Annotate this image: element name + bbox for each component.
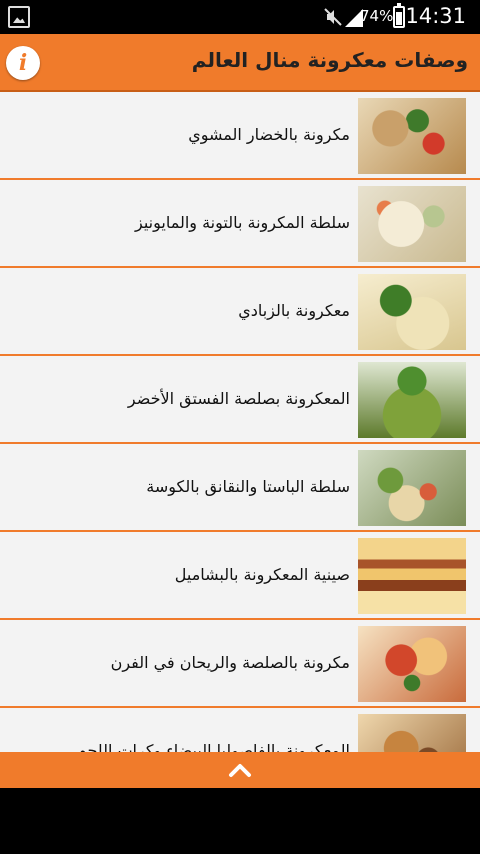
recipe-item[interactable]: المعكرونة بالفاصوليا البيضاء وكرات اللحم — [0, 708, 480, 752]
recipe-item[interactable]: معكرونة بالزبادي — [0, 268, 480, 356]
recipe-item[interactable]: صينية المعكرونة بالبشاميل — [0, 532, 480, 620]
battery-icon — [393, 3, 405, 28]
recipe-title: سلطة المكرونة بالتونة والمايونيز — [135, 213, 350, 232]
bottom-bar[interactable] — [0, 752, 480, 788]
recipe-title: سلطة الباستا والنقانق بالكوسة — [146, 477, 350, 496]
recipe-item[interactable]: مكرونة بالصلصة والريحان في الفرن — [0, 620, 480, 708]
navigation-area — [0, 788, 480, 854]
recipe-item[interactable]: سلطة الباستا والنقانق بالكوسة — [0, 444, 480, 532]
mute-icon — [324, 8, 342, 26]
clock: 14:31 — [405, 4, 466, 28]
recipe-title: المعكرونة بصلصة الفستق الأخضر — [127, 389, 350, 408]
recipe-thumbnail — [358, 450, 466, 526]
recipe-title: مكرونة بالخضار المشوي — [188, 125, 350, 144]
recipe-thumbnail — [358, 186, 466, 262]
recipe-title: صينية المعكرونة بالبشاميل — [174, 565, 350, 584]
app-bar: i وصفات معكرونة منال العالم — [0, 34, 480, 92]
recipe-item[interactable]: المعكرونة بصلصة الفستق الأخضر — [0, 356, 480, 444]
recipe-title: مكرونة بالصلصة والريحان في الفرن — [110, 653, 350, 672]
recipe-title: معكرونة بالزبادي — [238, 301, 350, 320]
battery-percent: 74% — [360, 7, 394, 25]
recipe-thumbnail — [358, 98, 466, 174]
picture-notification-icon — [8, 6, 30, 28]
recipe-item[interactable]: سلطة المكرونة بالتونة والمايونيز — [0, 180, 480, 268]
recipe-thumbnail — [358, 714, 466, 752]
recipe-item[interactable]: مكرونة بالخضار المشوي — [0, 92, 480, 180]
chevron-up-icon[interactable] — [225, 760, 255, 780]
info-button[interactable]: i — [6, 46, 40, 80]
recipe-list[interactable]: مكرونة بالخضار المشوي سلطة المكرونة بالت… — [0, 92, 480, 752]
recipe-title: المعكرونة بالفاصوليا البيضاء وكرات اللحم — [76, 741, 350, 752]
app-title: وصفات معكرونة منال العالم — [191, 48, 468, 72]
info-icon: i — [18, 50, 28, 76]
recipe-thumbnail — [358, 362, 466, 438]
screen: 74% 14:31 i وصفات معكرونة منال العالم مك… — [0, 0, 480, 854]
recipe-thumbnail — [358, 538, 466, 614]
recipe-thumbnail — [358, 626, 466, 702]
recipe-thumbnail — [358, 274, 466, 350]
status-bar: 74% 14:31 — [0, 0, 480, 34]
